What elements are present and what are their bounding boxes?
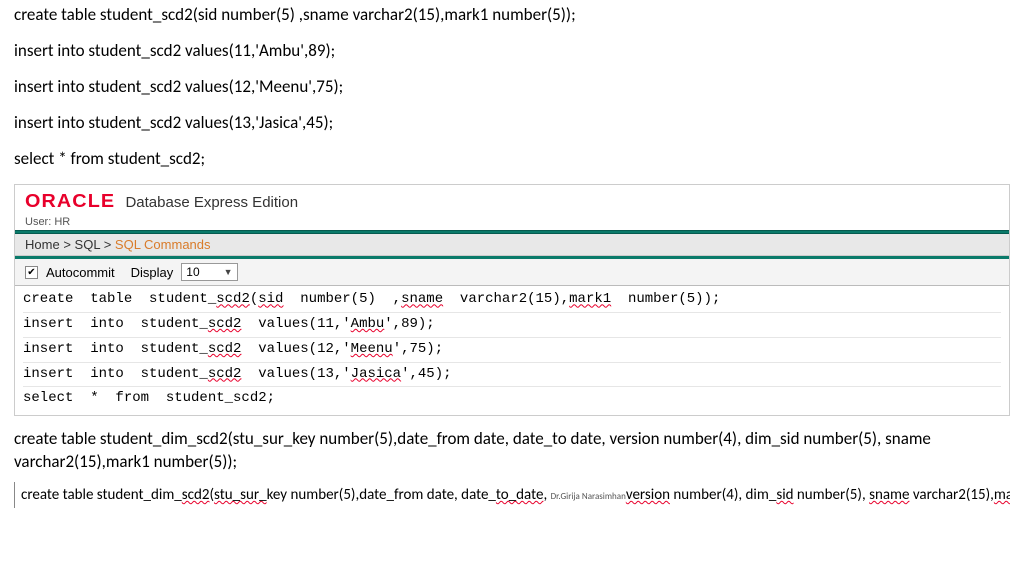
oracle-logo: ORACLE [25,191,115,212]
user-label: User: [25,216,51,228]
autocommit-checkbox[interactable]: ✔ [25,266,38,279]
editor-line: insert into student_scd2 values(11,'Ambu… [23,313,1001,338]
oracle-subtitle: Database Express Edition [125,194,298,211]
breadcrumb-sep: > [104,237,112,252]
chevron-down-icon: ▼ [224,267,233,277]
display-value: 10 [186,265,199,279]
breadcrumb: Home > SQL > SQL Commands [15,234,1009,256]
sql-line: insert into student_scd2 values(13,'Jasi… [14,112,1010,134]
oracle-header: ORACLE Database Express Edition [15,185,1009,214]
breadcrumb-current: SQL Commands [115,237,211,252]
sql-line: create table student_scd2(sid number(5) … [14,4,1010,26]
breadcrumb-sql[interactable]: SQL [75,237,101,252]
editor-line: create table student_scd2(sid number(5) … [23,288,1001,313]
editor-line: insert into student_scd2 values(13,'Jasi… [23,363,1001,388]
sql-line: insert into student_scd2 values(12,'Meen… [14,76,1010,98]
editor-line: select * from student_scd2; [23,387,1001,411]
breadcrumb-home[interactable]: Home [25,237,60,252]
display-label: Display [131,265,174,280]
footer-credit: Dr.Girija Narasimhan [551,491,626,502]
sql-editor[interactable]: create table student_scd2(sid number(5) … [15,286,1009,414]
oracle-panel: ORACLE Database Express Edition User: HR… [14,184,1010,415]
editor-toolbar: ✔ Autocommit Display 10 ▼ [15,259,1009,286]
check-icon: ✔ [27,267,35,278]
sql-line: insert into student_scd2 values(11,'Ambu… [14,40,1010,62]
sql-code-bottom: create table student_dim_scd2(stu_sur_ke… [14,482,1010,508]
sql-statement-bottom: create table student_dim_scd2(stu_sur_ke… [0,424,1024,478]
user-name: HR [54,216,70,228]
breadcrumb-sep: > [63,237,71,252]
sql-statements-top: create table student_scd2(sid number(5) … [0,0,1024,178]
display-select[interactable]: 10 ▼ [181,263,237,281]
editor-line: insert into student_scd2 values(12,'Meen… [23,338,1001,363]
autocommit-label: Autocommit [46,265,115,280]
user-line: User: HR [15,214,1009,230]
sql-line: select * from student_scd2; [14,148,1010,170]
